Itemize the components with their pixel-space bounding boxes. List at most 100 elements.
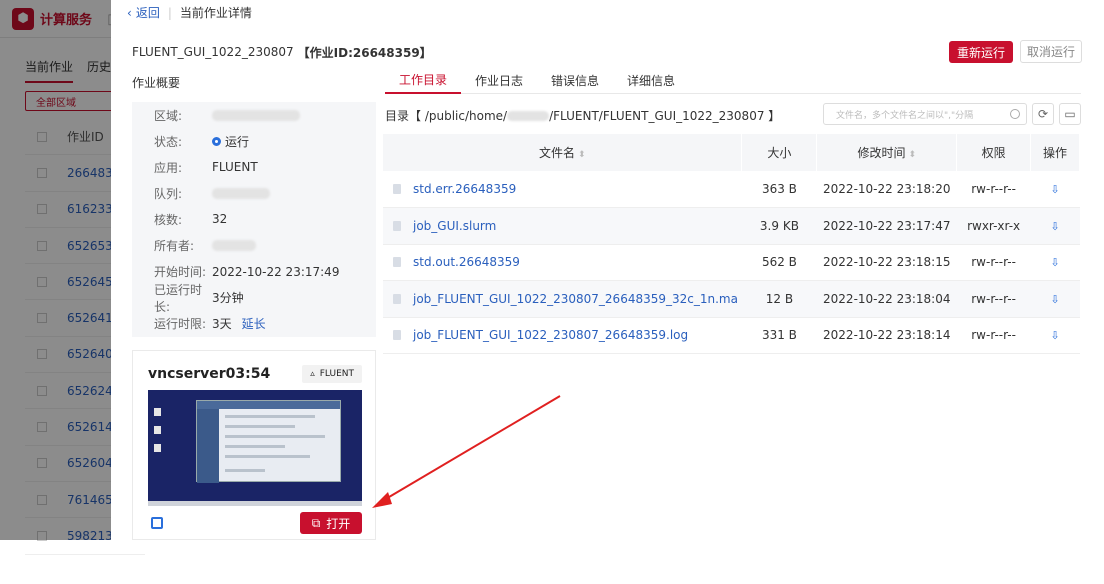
file-operations: ⇩ (1030, 244, 1080, 281)
owner-value-redacted (212, 240, 256, 252)
elapsed-value: 3分钟 (212, 291, 244, 306)
job-name: FLUENT_GUI_1022_230807 (132, 45, 294, 59)
region-value-redacted (212, 109, 300, 121)
file-icon (393, 184, 401, 194)
cores-value: 32 (212, 212, 228, 227)
preview-icon[interactable] (151, 517, 163, 529)
download-icon[interactable]: ⇩ (1050, 293, 1059, 306)
rerun-button[interactable]: 重新运行 (949, 41, 1013, 63)
overview-row-elapsed: 已运行时长: 3分钟 (132, 283, 376, 314)
vnc-app-badge: ▵ FLUENT (302, 365, 362, 383)
file-permission: rw-r--r-- (956, 280, 1031, 318)
file-name-link[interactable]: job_FLUENT_GUI_1022_230807_26648359.log (413, 328, 688, 342)
file-mtime: 2022-10-22 23:17:47 (816, 207, 957, 245)
file-size: 363 B (741, 171, 817, 208)
fluent-logo-icon: ▵ (310, 369, 315, 379)
job-id: 【作业ID:26648359】 (297, 45, 432, 60)
file-name-cell: job_FLUENT_GUI_1022_230807_26648359_32c_… (383, 280, 742, 318)
status-value: 运行 (212, 133, 249, 150)
column-header-size: 大小 (741, 134, 818, 171)
overview-row-cores: 核数: 32 (132, 206, 376, 232)
table-row: job_FLUENT_GUI_1022_230807_26648359.log 3… (383, 317, 1080, 354)
file-operations: ⇩ (1030, 280, 1080, 318)
overview-row-owner: 所有者: (132, 232, 376, 258)
back-link[interactable]: ‹ 返回 (127, 4, 160, 21)
cancel-run-button[interactable]: 取消运行 (1020, 40, 1082, 63)
tab-job-log[interactable]: 作业日志 (461, 66, 537, 94)
download-icon[interactable]: ⇩ (1050, 329, 1059, 342)
open-label: 打开 (326, 516, 351, 531)
desktop-icon (154, 426, 161, 434)
overview-row-app: 应用: FLUENT (132, 154, 376, 180)
file-permission: rw-r--r-- (956, 317, 1031, 354)
file-mtime: 2022-10-22 23:18:14 (816, 317, 957, 354)
file-permission: rw-r--r-- (956, 244, 1031, 281)
status-text: 运行 (225, 134, 250, 149)
extend-link[interactable]: 延长 (242, 315, 266, 332)
overview-label: 状态: (154, 134, 183, 149)
file-size: 331 B (741, 317, 817, 354)
desktop-icon (154, 408, 161, 416)
download-icon[interactable]: ⇩ (1050, 183, 1059, 196)
overview-label: 已运行时长: (154, 282, 203, 314)
column-header-name[interactable]: 文件名 ⬍ (383, 134, 743, 171)
external-link-icon: ⧉ (311, 515, 321, 530)
terminal-icon[interactable]: ▭ (1059, 103, 1081, 125)
file-name-cell: job_GUI.slurm (383, 207, 742, 245)
refresh-icon[interactable]: ⟳ (1032, 103, 1054, 125)
file-table-header: 文件名 ⬍ 大小 修改时间 ⬍ 权限 操作 (383, 134, 1080, 171)
breadcrumb: ‹ 返回 | 当前作业详情 (111, 0, 1104, 25)
overview-label: 队列: (154, 186, 183, 201)
sort-icon[interactable]: ⬍ (578, 150, 586, 160)
overview-label: 开始时间: (154, 265, 207, 280)
file-name-link[interactable]: job_FLUENT_GUI_1022_230807_26648359_32c_… (413, 292, 738, 306)
column-header-mtime[interactable]: 修改时间 ⬍ (816, 134, 958, 171)
file-operations: ⇩ (1030, 207, 1080, 245)
file-icon (393, 330, 401, 341)
file-size: 12 B (741, 280, 817, 318)
search-placeholder: 文件名，多个文件名之间以","分隔 (836, 110, 974, 121)
file-operations: ⇩ (1030, 317, 1080, 354)
file-icon (393, 293, 401, 304)
file-name-link[interactable]: job_GUI.slurm (413, 219, 496, 233)
job-title-bar: FLUENT_GUI_1022_230807 【作业ID:26648359】 重… (132, 40, 1082, 64)
job-detail-drawer: ‹ 返回 | 当前作业详情 FLUENT_GUI_1022_230807 【作业… (111, 0, 1104, 540)
file-search-input[interactable]: 文件名，多个文件名之间以","分隔 (823, 103, 1027, 125)
directory-path-bar: 目录【 /public/home/ /FLUENT/FLUENT_GUI_1022… (385, 103, 1081, 127)
detail-tabs: 工作目录 作业日志 错误信息 详细信息 (385, 66, 1081, 94)
table-row: job_GUI.slurm 3.9 KB 2022-10-22 23:17:47 rw… (383, 207, 1080, 245)
page-title: 当前作业详情 (179, 6, 252, 20)
download-icon[interactable]: ⇩ (1050, 220, 1059, 233)
table-row: std.err.26648359 363 B 2022-10-22 23:18:20… (383, 171, 1080, 208)
overview-table: 区域: 状态: 运行 应用: FLUENT 队列: 核数: 32 所有者: 开始… (132, 102, 376, 337)
path-suffix: /FLUENT/FLUENT_GUI_1022_230807 】 (549, 108, 781, 123)
app-root: ⬢ 计算服务  当前作业 历史 全部区域 作业ID 2664835616233… (0, 0, 1104, 584)
file-icon (393, 220, 401, 231)
directory-path: 目录【 /public/home/ /FLUENT/FLUENT_GUI_1022… (385, 107, 780, 124)
back-label: 返回 (135, 6, 160, 20)
tab-work-directory[interactable]: 工作目录 (385, 66, 462, 94)
tab-detail-info[interactable]: 详细信息 (613, 66, 689, 94)
search-icon[interactable] (1010, 109, 1020, 119)
username-redacted (507, 111, 550, 121)
running-status-icon (212, 136, 221, 146)
open-vnc-button[interactable]: ⧉ 打开 (300, 512, 362, 534)
table-row: job_FLUENT_GUI_1022_230807_26648359_32c_… (383, 280, 1080, 318)
column-header-perm: 权限 (956, 134, 1032, 171)
file-size: 3.9 KB (741, 207, 817, 245)
sort-icon[interactable]: ⬍ (908, 150, 916, 160)
file-table: 文件名 ⬍ 大小 修改时间 ⬍ 权限 操作 std.err.26648359 363 … (383, 134, 1080, 354)
file-name-link[interactable]: std.out.26648359 (413, 255, 520, 269)
vnc-desktop-thumbnail[interactable] (148, 390, 362, 506)
path-prefix: 目录【 /public/home/ (385, 108, 508, 123)
table-row: std.out.26648359 562 B 2022-10-22 23:18:15… (383, 244, 1080, 281)
file-name-link[interactable]: std.err.26648359 (413, 182, 516, 196)
download-icon[interactable]: ⇩ (1050, 256, 1059, 269)
tab-error-info[interactable]: 错误信息 (537, 66, 613, 94)
time-limit-value: 3天 延长 (212, 315, 266, 332)
file-permission: rw-r--r-- (956, 171, 1031, 208)
file-name-cell: std.out.26648359 (383, 244, 742, 281)
file-name-cell: std.err.26648359 (383, 171, 742, 208)
file-name-cell: job_FLUENT_GUI_1022_230807_26648359.log (383, 317, 742, 354)
vnc-session-name: vncserver03:54 (148, 366, 271, 382)
